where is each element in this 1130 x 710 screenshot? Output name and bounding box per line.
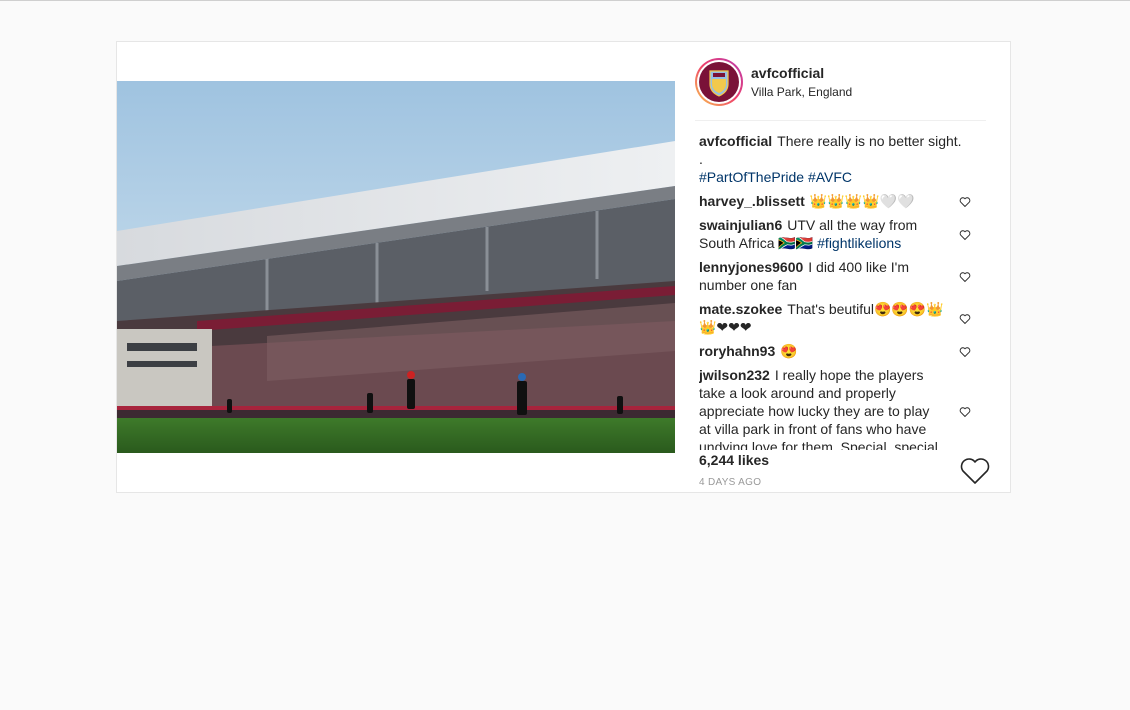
list-item: swainjulian6 UTV all the way from South A… xyxy=(699,216,971,252)
comment-username[interactable]: mate.szokee xyxy=(699,301,782,317)
caption-text: There really is no better sight. xyxy=(777,133,962,149)
heart-outline-icon[interactable] xyxy=(959,271,971,283)
caption-username[interactable]: avfcofficial xyxy=(699,133,772,149)
stadium-photo xyxy=(117,81,675,453)
comment-username[interactable]: jwilson232 xyxy=(699,367,770,383)
list-item: jwilson232 I really hope the players take… xyxy=(699,366,971,450)
comment-username[interactable]: swainjulian6 xyxy=(699,217,782,233)
heart-outline-icon[interactable] xyxy=(959,406,971,418)
post-location[interactable]: Villa Park, England xyxy=(751,85,852,99)
post-timestamp[interactable]: 4 DAYS AGO xyxy=(699,477,761,488)
hashtag-partofthepride[interactable]: #PartOfThePride xyxy=(699,169,804,185)
hashtag-avfc[interactable]: #AVFC xyxy=(808,169,852,185)
comment-text: 👑👑👑👑🤍🤍 xyxy=(809,193,915,209)
heart-outline-icon[interactable] xyxy=(959,229,971,241)
post-card: avfcofficial Villa Park, England avfcoff… xyxy=(116,41,1011,493)
avfc-crest-icon xyxy=(699,62,739,102)
comment-username[interactable]: harvey_.blissett xyxy=(699,193,805,209)
avatar[interactable] xyxy=(695,58,743,106)
avfc-crest-graphic xyxy=(709,70,729,97)
heart-outline-icon[interactable] xyxy=(959,196,971,208)
post-header: avfcofficial Villa Park, England xyxy=(695,58,986,121)
list-item: mate.szokee That's beutiful😍😍😍👑👑❤❤❤ xyxy=(699,300,971,336)
likes-count[interactable]: 6,244 likes xyxy=(699,452,769,468)
list-item: lennyjones9600 I did 400 like I'm number … xyxy=(699,258,971,294)
post-photo[interactable] xyxy=(117,81,675,453)
post-panel: avfcofficial Villa Park, England avfcoff… xyxy=(675,42,1010,492)
post-username[interactable]: avfcofficial xyxy=(751,65,824,81)
avatar-frame xyxy=(697,60,741,104)
heart-outline-icon[interactable] xyxy=(959,313,971,325)
hashtag-fightlikelions[interactable]: #fightlikelions xyxy=(817,235,901,251)
post-media xyxy=(117,42,675,492)
comments-inner: avfcofficial There really is no better si… xyxy=(699,120,979,450)
caption: avfcofficial There really is no better si… xyxy=(699,120,969,186)
comment-username[interactable]: roryhahn93 xyxy=(699,343,775,359)
comment-text: 😍 xyxy=(780,343,798,359)
top-divider xyxy=(0,0,1130,1)
heart-outline-icon[interactable] xyxy=(959,457,991,485)
comments-list[interactable]: avfcofficial There really is no better si… xyxy=(699,120,1010,450)
caption-dot: . xyxy=(699,151,703,167)
heart-outline-icon[interactable] xyxy=(959,346,971,358)
comment-username[interactable]: lennyjones9600 xyxy=(699,259,803,275)
list-item: harvey_.blissett 👑👑👑👑🤍🤍 xyxy=(699,192,971,210)
list-item: roryhahn93 😍 xyxy=(699,342,971,360)
